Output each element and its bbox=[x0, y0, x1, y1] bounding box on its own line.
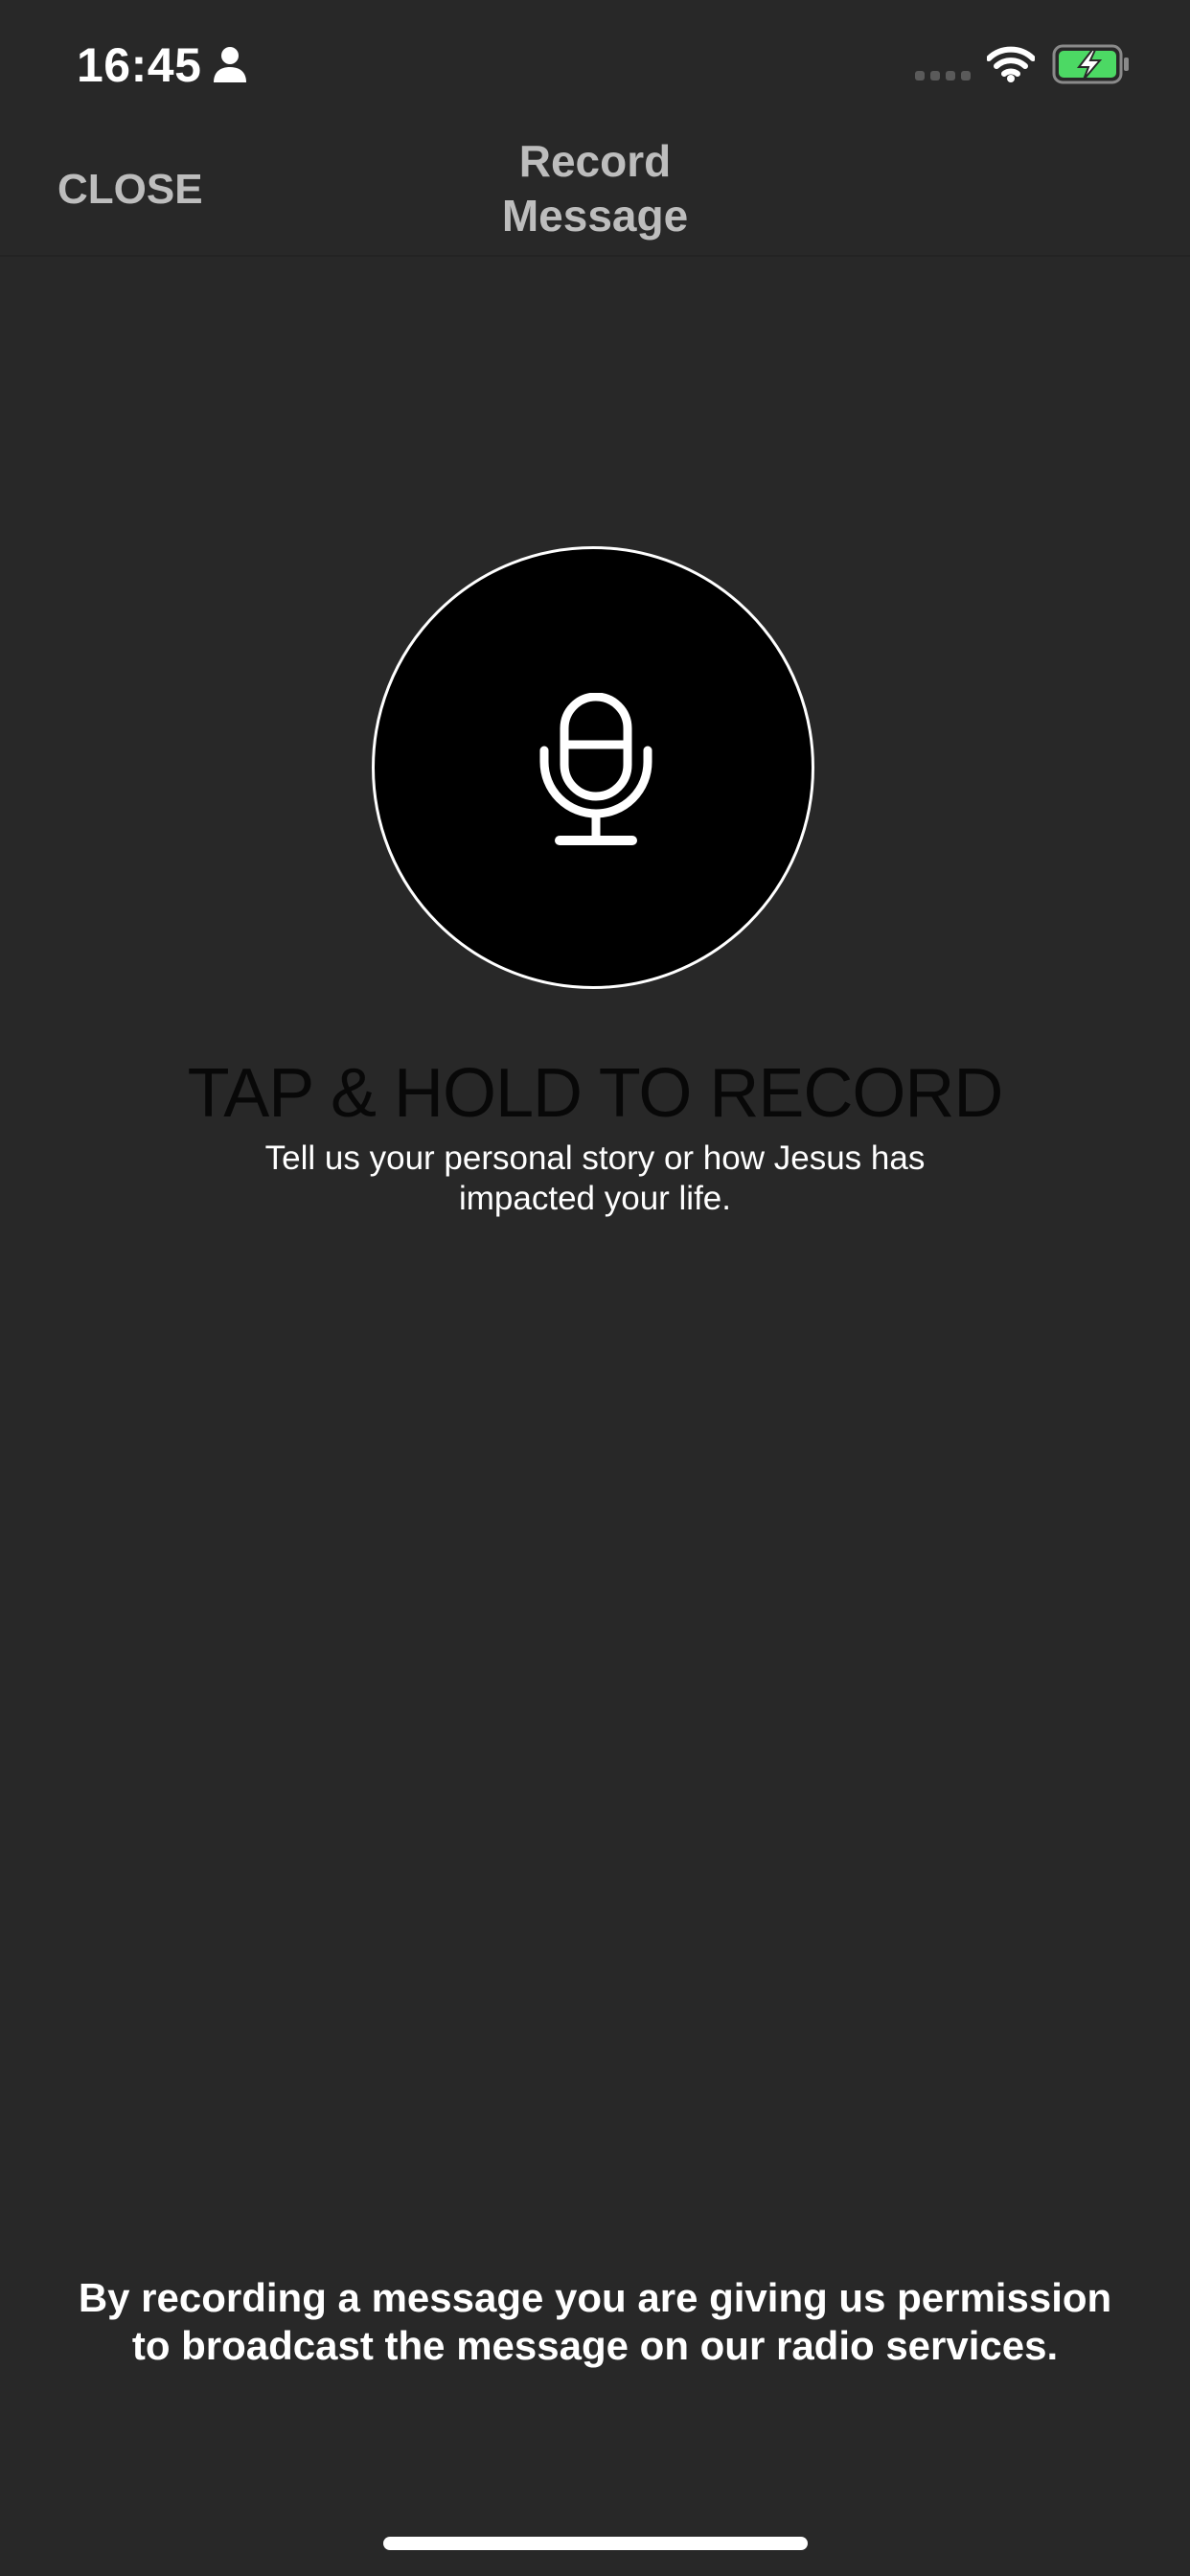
person-icon bbox=[214, 47, 246, 82]
status-time: 16:45 bbox=[77, 38, 202, 92]
page-title: Record Message bbox=[501, 136, 689, 241]
wifi-icon bbox=[987, 46, 1035, 82]
battery-charging-icon bbox=[1052, 44, 1129, 84]
microphone-icon bbox=[539, 693, 652, 845]
status-bar: 16:45 bbox=[0, 0, 1190, 126]
record-instruction-heading: TAP & HOLD TO RECORD bbox=[187, 1055, 1004, 1132]
broadcast-permission-disclaimer: By recording a message you are giving us… bbox=[78, 2275, 1112, 2368]
record-instruction-subtitle: Tell us your personal story or how Jesus… bbox=[264, 1139, 926, 1217]
close-button[interactable]: CLOSE bbox=[57, 161, 203, 218]
cellular-signal-icon bbox=[915, 71, 971, 80]
record-message-screen: 16:45 CLOSE Record Message TAP & HOLD TO… bbox=[0, 0, 1190, 2576]
record-button[interactable] bbox=[372, 546, 814, 989]
home-indicator[interactable] bbox=[383, 2537, 808, 2550]
navigation-bar: CLOSE Record Message bbox=[0, 126, 1190, 257]
